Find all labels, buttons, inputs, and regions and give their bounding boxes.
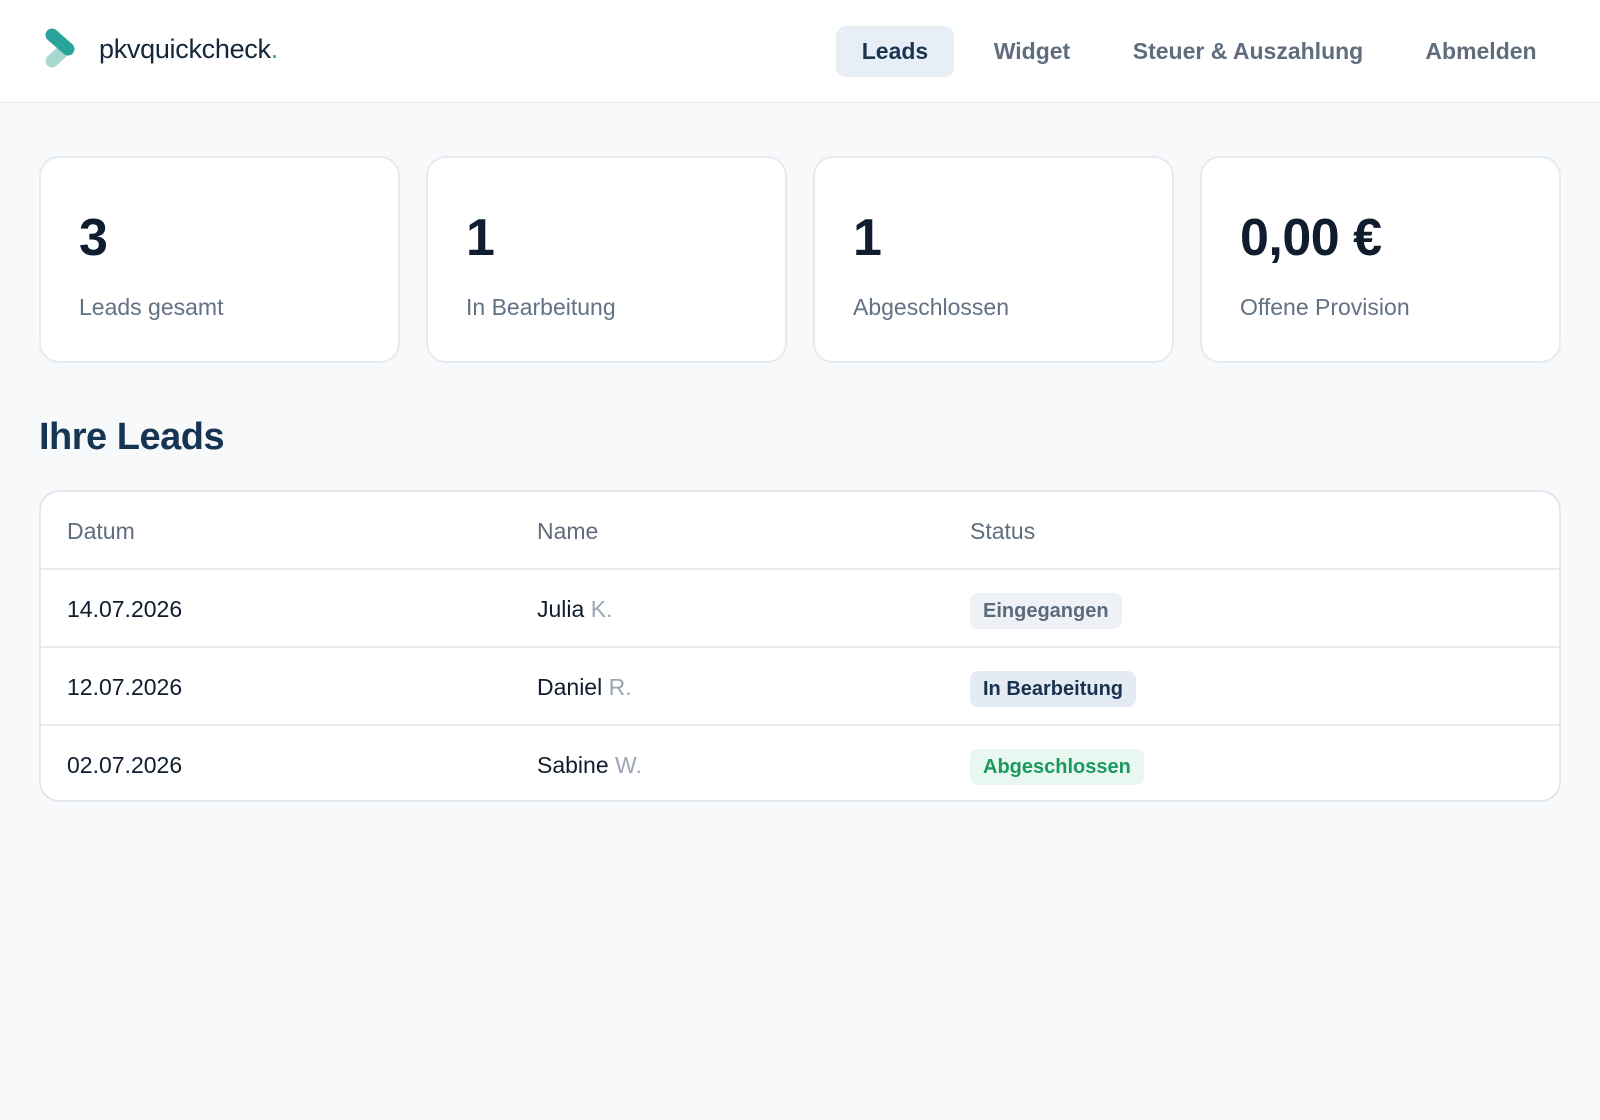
table-row[interactable]: 14.07.2026 Julia K. Eingegangen [41,570,1559,648]
column-header-name: Name [537,518,599,544]
stat-label: In Bearbeitung [466,294,616,320]
column-header-status: Status [970,518,1036,544]
lead-name: Daniel R. [537,648,632,726]
lead-first-name: Daniel [537,674,603,700]
nav-item-leads[interactable]: Leads [836,26,954,77]
table-header-row: Datum Name Status [41,492,1559,570]
leads-table: Datum Name Status 14.07.2026 Julia K. Ei… [39,490,1561,802]
stat-label: Offene Provision [1240,294,1410,320]
top-navigation-bar: pkvquickcheck. Leads Widget Steuer & Aus… [0,0,1600,103]
lead-initial: R. [608,674,632,700]
stat-value: 1 [466,209,495,267]
column-header-datum: Datum [67,518,135,544]
lead-status-cell: In Bearbeitung [970,648,1137,726]
status-badge: In Bearbeitung [970,670,1137,707]
table-row[interactable]: 02.07.2026 Sabine W. Abgeschlossen [41,726,1559,800]
lead-date: 12.07.2026 [67,674,183,700]
lead-first-name: Julia [537,596,585,622]
lead-date: 02.07.2026 [67,752,183,778]
lead-initial: K. [590,596,613,622]
stat-card-completed: 1 Abgeschlossen [813,156,1174,363]
lead-status-cell: Abgeschlossen [970,726,1144,800]
table-row[interactable]: 12.07.2026 Daniel R. In Bearbeitung [41,648,1559,726]
lead-first-name: Sabine [537,752,609,778]
lead-status-cell: Eingegangen [970,570,1122,648]
stat-card-leads-total: 3 Leads gesamt [39,156,400,363]
stat-value: 3 [79,209,108,267]
stat-value: 1 [853,209,882,267]
stat-card-in-progress: 1 In Bearbeitung [426,156,787,363]
nav-item-widget[interactable]: Widget [974,26,1090,77]
lead-name: Sabine W. [537,726,642,800]
nav-item-steuer-auszahlung[interactable]: Steuer & Auszahlung [1124,26,1372,77]
status-badge: Eingegangen [970,592,1122,629]
stat-label: Leads gesamt [79,294,224,320]
lead-name: Julia K. [537,570,612,648]
lead-date: 14.07.2026 [67,596,183,622]
stat-card-open-commission: 0,00 € Offene Provision [1200,156,1561,363]
section-title: Ihre Leads [39,416,225,458]
lead-initial: W. [615,752,642,778]
main-nav: Leads Widget Steuer & Auszahlung Abmelde… [0,26,1600,77]
status-badge: Abgeschlossen [970,748,1144,785]
stat-value: 0,00 € [1240,209,1382,267]
stat-label: Abgeschlossen [853,294,1009,320]
nav-item-abmelden[interactable]: Abmelden [1410,26,1552,77]
